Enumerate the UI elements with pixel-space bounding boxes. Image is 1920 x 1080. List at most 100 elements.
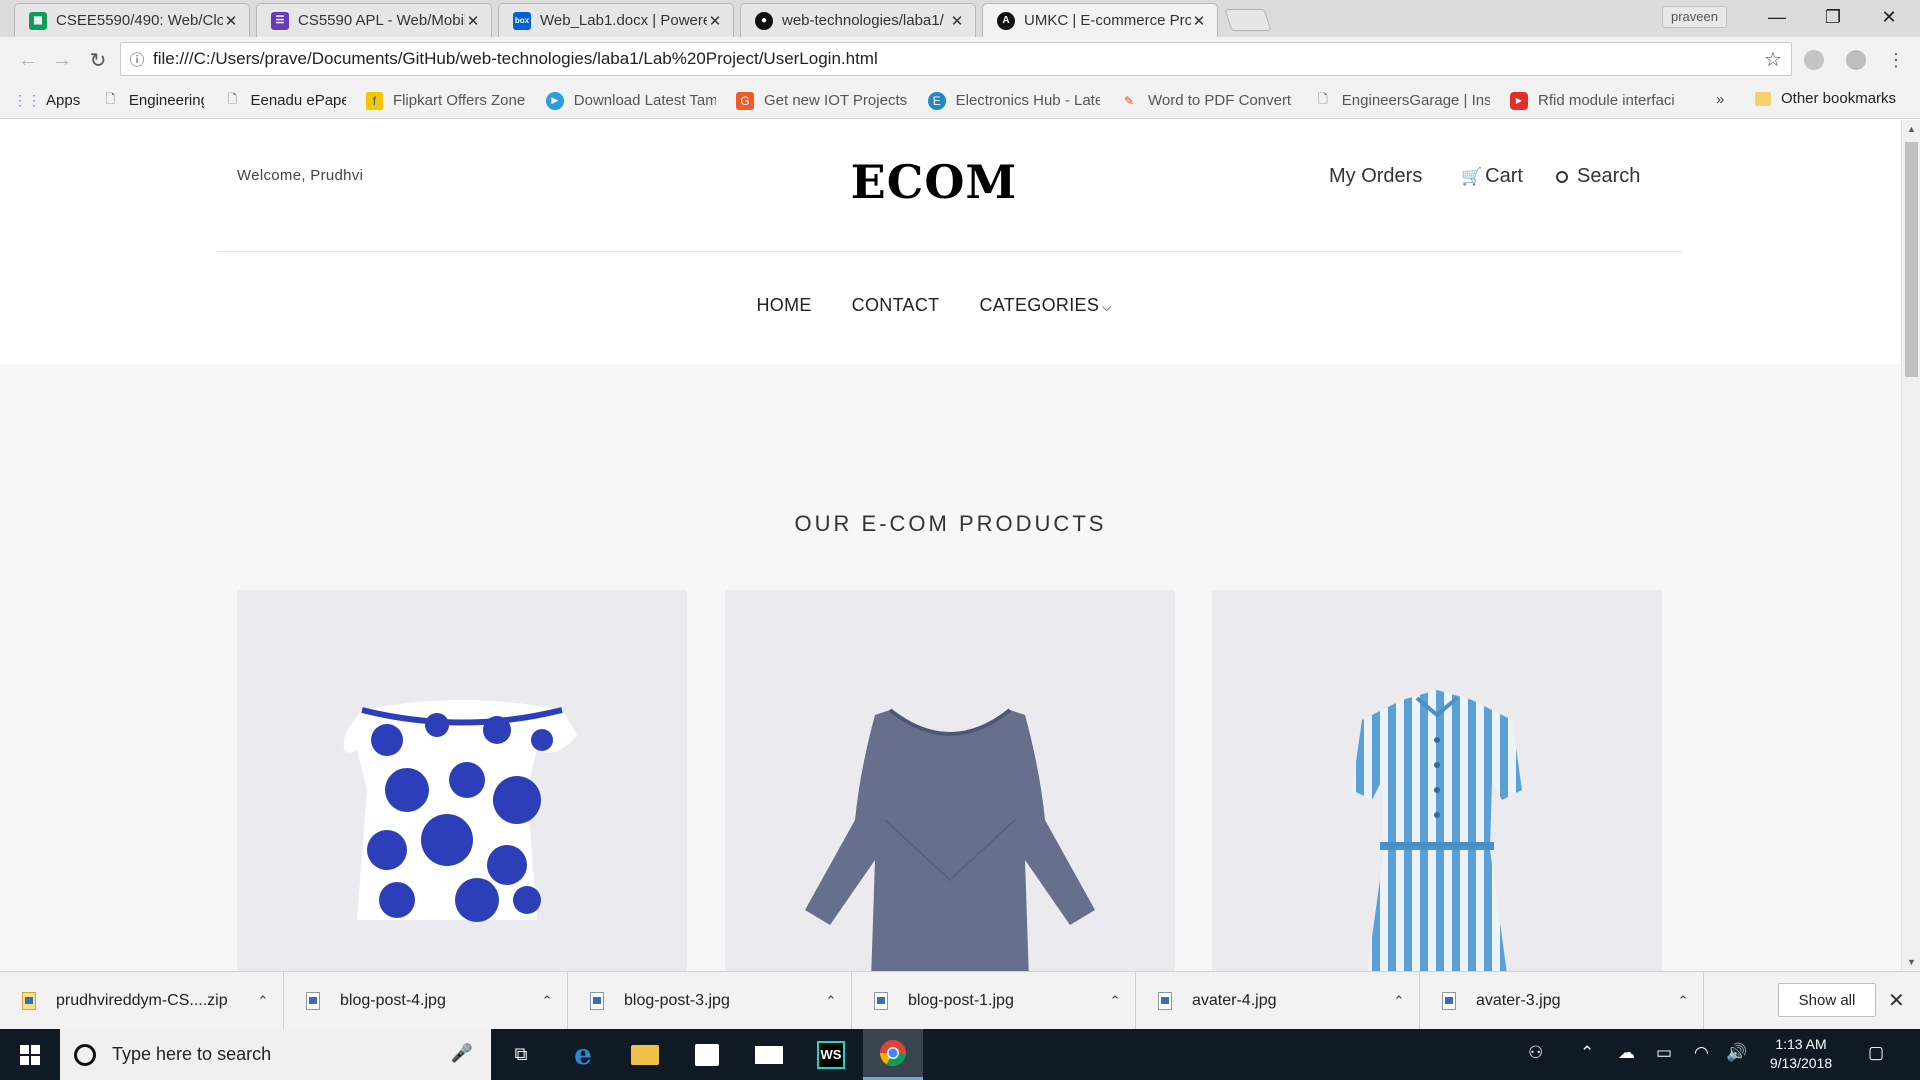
extension-icon[interactable] (1846, 50, 1866, 70)
close-icon[interactable]: ✕ (1191, 12, 1207, 30)
product-card-3[interactable] (1212, 590, 1662, 971)
bookmark-word-to-pdf[interactable]: ✎ Word to PDF Convert (1120, 92, 1294, 110)
nav-contact[interactable]: CONTACT (852, 295, 940, 316)
download-item[interactable]: blog-post-1.jpg ⌃ (852, 972, 1136, 1030)
download-item[interactable]: prudhvireddym-CS....zip ⌃ (0, 972, 284, 1030)
tab-4[interactable]: ● web-technologies/laba1/ ✕ (740, 3, 976, 37)
profile-button[interactable]: praveen (1662, 6, 1727, 28)
microphone-icon[interactable]: 🎤 (451, 1043, 473, 1064)
bookmark-iot-projects[interactable]: G Get new IOT Projects (736, 91, 908, 110)
bookmark-flipkart[interactable]: f Flipkart Offers Zone - (366, 91, 526, 110)
chrome-logo-icon (879, 1040, 907, 1067)
taskbar-search-input[interactable]: Type here to search 🎤 (60, 1029, 491, 1080)
tab-3[interactable]: box Web_Lab1.docx | Powere ✕ (498, 3, 734, 37)
bookmark-rfid-module[interactable]: ▶ Rfid module interfaci (1510, 91, 1680, 110)
scroll-down-icon[interactable]: ▼ (1902, 957, 1920, 967)
nav-categories[interactable]: CATEGORIES ⌵ (979, 295, 1111, 316)
chevron-up-icon[interactable]: ⌃ (1095, 993, 1135, 1009)
system-clock[interactable]: 1:13 AM 9/13/2018 (1756, 1035, 1846, 1073)
bookmark-eenadu[interactable]: 🗋 Eenadu ePaper (224, 92, 346, 110)
restore-icon[interactable]: ❐ (1802, 0, 1864, 34)
forward-icon[interactable]: → (48, 46, 76, 74)
chevron-down-icon: ⌵ (1102, 300, 1112, 314)
download-item[interactable]: blog-post-4.jpg ⌃ (284, 972, 568, 1030)
back-icon[interactable]: ← (14, 46, 42, 74)
scrollbar-thumb[interactable] (1905, 142, 1918, 377)
scroll-up-icon[interactable]: ▲ (1902, 124, 1920, 134)
reload-icon[interactable]: ↻ (84, 46, 112, 74)
page-icon: 🗋 (227, 92, 238, 106)
bookmark-download-tamil[interactable]: ▶ Download Latest Tam (546, 91, 716, 110)
volume-icon[interactable]: 🔊 (1726, 1043, 1747, 1063)
bookmark-engineering[interactable]: 🗋 Engineering (102, 92, 204, 110)
chevron-up-icon[interactable]: ⌃ (811, 993, 851, 1009)
tab-label: CSEE5590/490: Web/Clou (56, 12, 223, 29)
cart-icon: 🛒 (1461, 166, 1483, 186)
tab-label: CS5590 APL - Web/Mobil (298, 12, 465, 29)
zip-file-icon (22, 992, 36, 1010)
play-icon: ▶ (546, 91, 564, 110)
file-explorer-icon[interactable] (615, 1029, 675, 1080)
battery-icon[interactable]: ▭ (1656, 1043, 1672, 1063)
tab-2[interactable]: ☰ CS5590 APL - Web/Mobil ✕ (256, 3, 492, 37)
product-card-2[interactable] (725, 590, 1175, 971)
menu-kebab-icon[interactable]: ⋮ (1882, 46, 1910, 74)
search-link[interactable]: Search (1556, 165, 1640, 188)
chevron-up-icon[interactable]: ⌃ (1379, 993, 1419, 1009)
close-icon[interactable]: ✕ (949, 12, 965, 30)
eh-icon: E (928, 91, 946, 110)
people-icon[interactable]: ⚇ (1528, 1043, 1543, 1063)
task-view-icon[interactable]: ⧉ (491, 1029, 551, 1080)
close-icon[interactable]: ✕ (465, 12, 481, 30)
chevron-up-icon[interactable]: ⌃ (1663, 993, 1703, 1009)
products-section: OUR E-COM PRODUCTS (0, 364, 1901, 971)
minimize-icon[interactable]: — (1746, 0, 1808, 34)
close-icon[interactable]: ✕ (707, 12, 723, 30)
chevron-up-icon[interactable]: ⌃ (527, 993, 567, 1009)
show-all-button[interactable]: Show all (1778, 983, 1876, 1017)
close-icon[interactable]: ✕ (1888, 988, 1905, 1013)
wifi-icon[interactable]: ◠ (1694, 1043, 1709, 1063)
product-image-floral-top (343, 700, 577, 922)
address-bar[interactable]: ⓘ file:///C:/Users/prave/Documents/GitHu… (120, 42, 1792, 76)
new-tab-button[interactable] (1224, 9, 1272, 31)
download-item[interactable]: blog-post-3.jpg ⌃ (568, 972, 852, 1030)
bookmark-apps[interactable]: ⋮⋮ Apps (13, 92, 82, 110)
tab-5-active[interactable]: A UMKC | E-commerce Proj ✕ (982, 3, 1218, 37)
bookmarks-overflow-icon[interactable]: » (1716, 91, 1724, 108)
download-item[interactable]: avater-4.jpg ⌃ (1136, 972, 1420, 1030)
show-hidden-icons[interactable]: ⌃ (1580, 1043, 1594, 1063)
tab-1[interactable]: ▦ CSEE5590/490: Web/Clou ✕ (14, 3, 250, 37)
nav-home[interactable]: HOME (756, 295, 811, 316)
edge-icon[interactable]: e (553, 1029, 613, 1080)
download-item[interactable]: avater-3.jpg ⌃ (1420, 972, 1704, 1030)
bookmark-star-icon[interactable]: ☆ (1755, 47, 1791, 72)
tab-label: web-technologies/laba1/ (782, 12, 944, 29)
download-shelf: prudhvireddym-CS....zip ⌃ blog-post-4.jp… (0, 971, 1920, 1030)
action-center-icon[interactable]: ▢ (1868, 1043, 1884, 1063)
cart-link[interactable]: 🛒 Cart (1461, 165, 1523, 188)
skype-extension-icon[interactable] (1804, 50, 1824, 70)
image-file-icon (1442, 992, 1456, 1010)
forms-icon: ☰ (271, 11, 289, 30)
close-icon[interactable]: ✕ (223, 12, 239, 30)
other-bookmarks[interactable]: Other bookmarks (1755, 90, 1896, 107)
my-orders-link[interactable]: My Orders (1329, 165, 1422, 188)
product-card-1[interactable] (237, 590, 687, 971)
window-close-icon[interactable]: ✕ (1858, 0, 1920, 34)
windows-start-button[interactable] (0, 1029, 60, 1080)
bookmark-electronics-hub[interactable]: E Electronics Hub - Late (928, 91, 1100, 110)
info-icon[interactable]: ⓘ (121, 49, 153, 70)
store-icon[interactable] (677, 1029, 737, 1080)
mail-icon[interactable] (739, 1029, 799, 1080)
page-viewport: Welcome, Prudhvi ECOM My Orders 🛒 Cart S… (0, 120, 1901, 971)
flipkart-icon: f (366, 91, 383, 110)
onedrive-icon[interactable]: ☁ (1618, 1043, 1635, 1063)
chrome-icon[interactable] (863, 1029, 923, 1080)
webstorm-icon[interactable]: WS (801, 1029, 861, 1080)
chevron-up-icon[interactable]: ⌃ (243, 993, 283, 1009)
url-text[interactable]: file:///C:/Users/prave/Documents/GitHub/… (153, 49, 1755, 69)
main-navigation: HOME CONTACT CATEGORIES ⌵ (0, 295, 1868, 316)
page-scrollbar[interactable]: ▲ ▼ (1901, 120, 1920, 971)
bookmark-engineersgarage[interactable]: 🗋 EngineersGarage | Ins (1314, 92, 1490, 110)
